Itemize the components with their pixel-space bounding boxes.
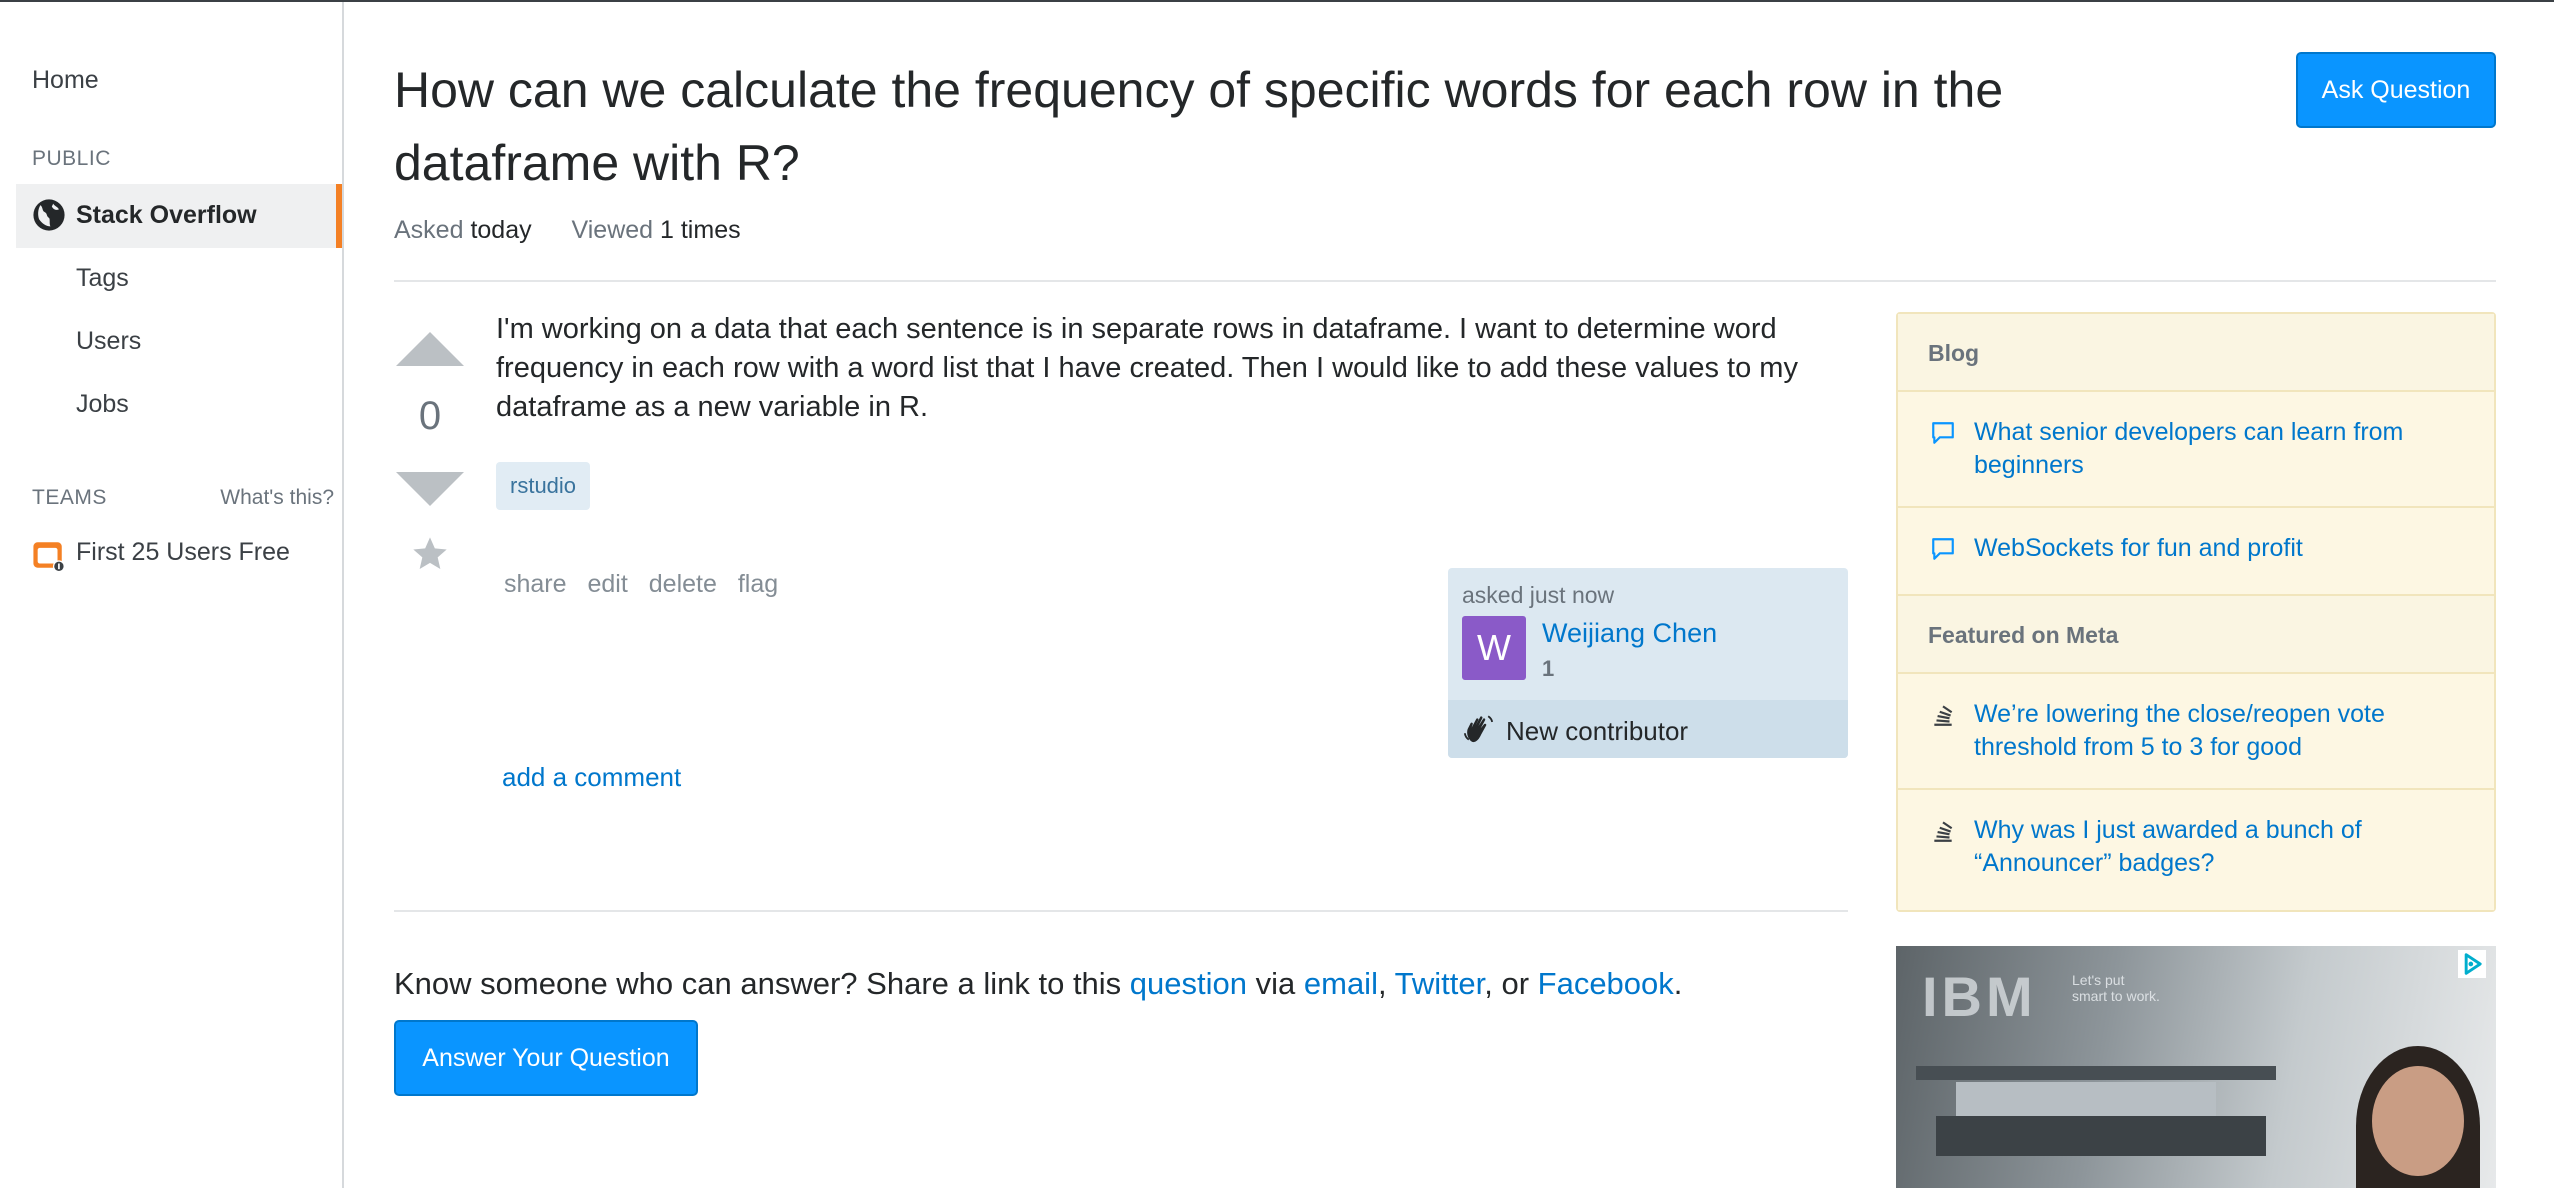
share-comma-text: , [1377, 966, 1395, 1001]
asked-label: Asked [394, 216, 464, 244]
new-contributor-banner[interactable]: New contributor [1448, 700, 1848, 758]
flag-link[interactable]: flag [738, 570, 778, 598]
question-body: I'm working on a data that each sentence… [496, 313, 1798, 423]
stack-exchange-icon [1934, 821, 1953, 842]
ibm-advertisement[interactable]: IBM Let's put smart to work. [1896, 946, 2496, 1188]
left-sidebar: Home PUBLIC Stack Overflow Tags Users Jo… [0, 2, 344, 1188]
meta-header: Featured on Meta [1898, 596, 2494, 674]
downvote-arrow-icon[interactable] [396, 472, 464, 506]
waving-hand-icon [1463, 715, 1494, 743]
teams-briefcase-icon [33, 542, 65, 572]
nav-teams-label: TEAMS [32, 486, 107, 509]
viewed-value: 1 times [660, 216, 741, 244]
ad-person-face [2372, 1066, 2464, 1176]
blog-header-label: Blog [1928, 340, 1980, 366]
nav-public-label: PUBLIC [32, 147, 111, 170]
adchoices-icon[interactable] [2458, 950, 2486, 978]
share-prompt: Know someone who can answer? Share a lin… [394, 966, 1682, 1002]
speech-bubble-icon [1932, 422, 1954, 444]
share-period-text: . [1673, 966, 1683, 1001]
meta-item[interactable]: Why was I just awarded a bunch of “Annou… [1898, 790, 2494, 910]
share-link[interactable]: share [504, 570, 567, 598]
speech-bubble-icon [1932, 538, 1954, 560]
blog-meta-widget: Blog What senior developers can learn fr… [1896, 312, 2496, 912]
question-meta: Asked today Viewed 1 times [394, 216, 741, 245]
blog-item-link[interactable]: WebSockets for fun and profit [1974, 532, 2474, 565]
nav-tags[interactable]: Tags [76, 264, 129, 293]
nav-stack-overflow-label: Stack Overflow [76, 201, 257, 229]
asked-value: today [470, 216, 532, 244]
header-divider [394, 280, 2496, 282]
owner-reputation: 1 [1542, 656, 1555, 681]
vote-count: 0 [418, 394, 442, 438]
ibm-logo: IBM [1922, 965, 2037, 1028]
ad-machine [1956, 1082, 2216, 1116]
meta-item-link[interactable]: We’re lowering the close/reopen vote thr… [1974, 698, 2474, 764]
favorite-star-icon[interactable] [410, 534, 450, 574]
add-comment-link[interactable]: add a comment [502, 762, 681, 793]
meta-header-label: Featured on Meta [1928, 622, 2119, 648]
answer-your-question-button[interactable]: Answer Your Question [394, 1020, 698, 1096]
share-prompt-text: Know someone who can answer? Share a lin… [394, 966, 1130, 1001]
teams-free-label: First 25 Users Free [76, 538, 290, 566]
delete-link[interactable]: delete [649, 570, 717, 598]
share-or-text: , or [1484, 966, 1538, 1001]
ask-question-button[interactable]: Ask Question [2296, 52, 2496, 128]
nav-stack-overflow[interactable]: Stack Overflow [16, 184, 342, 248]
owner-asked-time: asked just now [1462, 582, 1615, 608]
stack-exchange-icon [1934, 705, 1953, 726]
nav-home[interactable]: Home [32, 66, 99, 95]
avatar[interactable]: W [1462, 616, 1526, 680]
post-menu: share edit delete flag [504, 570, 792, 599]
owner-card: asked just now W Weijiang Chen 1 New con… [1448, 568, 1848, 758]
share-via-text: via [1247, 966, 1304, 1001]
nav-users[interactable]: Users [76, 327, 141, 356]
share-question-link[interactable]: question [1130, 966, 1247, 1001]
whats-this-link[interactable]: What's this? [220, 486, 334, 510]
question-title[interactable]: How can we calculate the frequency of sp… [394, 54, 2194, 200]
meta-item[interactable]: We’re lowering the close/reopen vote thr… [1898, 674, 2494, 790]
ad-rack [1916, 1066, 2276, 1080]
share-twitter-link[interactable]: Twitter [1395, 966, 1485, 1001]
viewed-label: Viewed [571, 216, 654, 244]
share-email-link[interactable]: email [1304, 966, 1378, 1001]
nav-jobs[interactable]: Jobs [76, 390, 129, 419]
post-divider [394, 910, 1848, 912]
tag-rstudio[interactable]: rstudio [496, 462, 591, 510]
blog-header: Blog [1898, 314, 2494, 392]
blog-item[interactable]: WebSockets for fun and profit [1898, 508, 2494, 596]
new-contributor-label: New contributor [1506, 716, 1689, 746]
share-facebook-link[interactable]: Facebook [1538, 966, 1674, 1001]
meta-item-link[interactable]: Why was I just awarded a bunch of “Annou… [1974, 814, 2474, 880]
owner-name-link[interactable]: Weijiang Chen [1542, 618, 1717, 649]
blog-item-link[interactable]: What senior developers can learn from be… [1974, 416, 2474, 482]
ad-rack [1936, 1116, 2266, 1156]
edit-link[interactable]: edit [588, 570, 628, 598]
globe-icon [33, 199, 65, 231]
upvote-arrow-icon[interactable] [396, 332, 464, 366]
blog-item[interactable]: What senior developers can learn from be… [1898, 392, 2494, 508]
ad-tagline: Let's put smart to work. [2072, 972, 2160, 1004]
